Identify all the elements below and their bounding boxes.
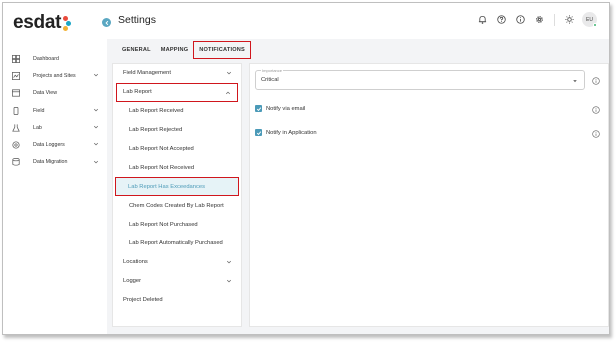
logger-icon [12,141,20,149]
notification-settings-panel: Importance Critical Notify via email Not… [249,63,609,327]
list-item-label: Lab Report Not Purchased [129,221,198,228]
avatar[interactable]: EU [582,12,597,27]
list-item-label: Field Management [123,70,172,77]
main-area: Settings EU GENERAL MAPPING NOTIFICATION… [107,3,609,334]
chevron-down-icon [226,71,232,75]
logo: esdat [13,12,72,34]
list-item-lab-report-has-exceedances[interactable]: Lab Report Has Exceedances [115,177,239,197]
sidebar: esdat Dashboard Projects and Sites Data … [3,3,107,334]
notify-email-label: Notify via email [266,105,306,112]
chevron-down-icon [93,108,99,112]
sidebar-item-dashboard[interactable]: Dashboard [3,50,107,67]
chevron-down-icon [93,143,99,146]
tab-general[interactable]: GENERAL [117,41,156,59]
database-icon [12,158,20,166]
app-window: esdat Dashboard Projects and Sites Data … [2,2,610,335]
chevron-down-icon [226,279,232,283]
importance-label: Importance [261,68,284,73]
page-title: Settings [118,14,156,26]
header-divider [554,13,555,26]
chevron-up-icon [225,91,231,95]
list-item-label: Lab Report Automatically Purchased [129,240,223,247]
list-item-lab-report-rejected[interactable]: Lab Report Rejected [113,121,241,140]
tab-mapping[interactable]: MAPPING [156,41,194,59]
sidebar-item-lab[interactable]: Lab [3,119,107,136]
online-status-dot [593,23,597,27]
mobile-icon [12,106,20,115]
sidebar-item-data-migration[interactable]: Data Migration [3,154,107,171]
chevron-down-icon [93,74,99,77]
sidebar-item-data-view[interactable]: Data View [3,85,107,102]
list-item-label: Logger [123,278,142,285]
sidebar-item-label: Data Loggers [33,142,65,149]
notify-app-checkbox[interactable] [255,129,262,136]
list-item-label: Chem Codes Created By Lab Report [129,202,224,209]
table-icon [12,89,20,97]
bell-icon[interactable] [478,15,487,24]
notify-email-checkbox[interactable] [255,105,262,112]
sidebar-nav: Dashboard Projects and Sites Data View F… [3,50,107,171]
list-item-locations[interactable]: Locations [113,253,241,272]
list-item-label: Lab Report Has Exceedances [128,183,206,190]
chevron-down-icon [93,160,99,164]
list-item-lab-report-not-received[interactable]: Lab Report Not Received [113,158,241,177]
sidebar-item-label: Dashboard [33,55,59,62]
sidebar-item-data-loggers[interactable]: Data Loggers [3,136,107,153]
sidebar-item-label: Data Migration [33,159,68,166]
dashboard-icon [12,54,20,63]
logo-text: esdat [13,12,62,33]
list-item-lab-report-received[interactable]: Lab Report Received [113,102,241,121]
sun-icon[interactable] [565,15,574,24]
sidebar-item-projects-and-sites[interactable]: Projects and Sites [3,67,107,84]
flask-icon [12,124,20,132]
tab-notifications[interactable]: NOTIFICATIONS [193,41,251,59]
info-icon[interactable] [592,130,600,138]
list-item-label: Project Deleted [123,297,163,304]
list-item-lab-report-not-purchased[interactable]: Lab Report Not Purchased [113,215,241,234]
map-icon [12,71,20,80]
caret-down-icon [573,80,577,83]
notify-email-row: Notify via email [255,105,305,112]
list-item-label: Lab Report [123,89,152,96]
chevron-down-icon [226,260,232,264]
list-item-lab-report-auto-purchased[interactable]: Lab Report Automatically Purchased [113,234,241,253]
list-item-lab-report[interactable]: Lab Report [116,82,238,102]
gear-icon[interactable] [535,15,544,24]
avatar-initials: EU [586,16,593,23]
sidebar-item-label: Field [33,107,45,114]
notify-app-row: Notify in Application [255,129,317,136]
list-item-label: Lab Report Received [129,108,184,115]
header: Settings EU [107,3,609,39]
help-icon[interactable] [497,15,506,24]
list-item-project-deleted[interactable]: Project Deleted [113,291,241,310]
list-item-lab-report-not-accepted[interactable]: Lab Report Not Accepted [113,140,241,159]
sidebar-item-label: Projects and Sites [33,72,76,79]
chevron-left-icon [104,20,108,25]
chevron-down-icon [93,126,99,129]
checkmark-icon [256,130,261,135]
sidebar-item-field[interactable]: Field [3,102,107,119]
importance-select[interactable]: Importance Critical [255,68,585,90]
list-item-logger[interactable]: Logger [113,272,241,291]
importance-value: Critical [261,77,279,83]
list-item-chem-codes-created[interactable]: Chem Codes Created By Lab Report [113,196,241,215]
sidebar-item-label: Lab [33,124,42,131]
list-item-label: Lab Report Not Received [129,164,195,171]
collapse-sidebar-button[interactable] [102,18,111,27]
info-icon[interactable] [592,106,600,114]
logo-dots [63,15,72,31]
info-icon[interactable] [516,15,525,24]
notification-list: Field Management Lab Report Lab Report R… [112,63,242,327]
sidebar-item-label: Data View [33,90,58,97]
header-actions: EU [468,12,597,27]
settings-tabs: GENERAL MAPPING NOTIFICATIONS [117,41,251,59]
list-item-field-management[interactable]: Field Management [113,64,241,83]
list-item-label: Locations [123,259,148,266]
list-item-label: Lab Report Not Accepted [129,146,194,152]
notify-app-label: Notify in Application [266,129,317,136]
checkmark-icon [256,106,261,111]
info-icon[interactable] [592,77,600,85]
list-item-label: Lab Report Rejected [129,127,183,134]
